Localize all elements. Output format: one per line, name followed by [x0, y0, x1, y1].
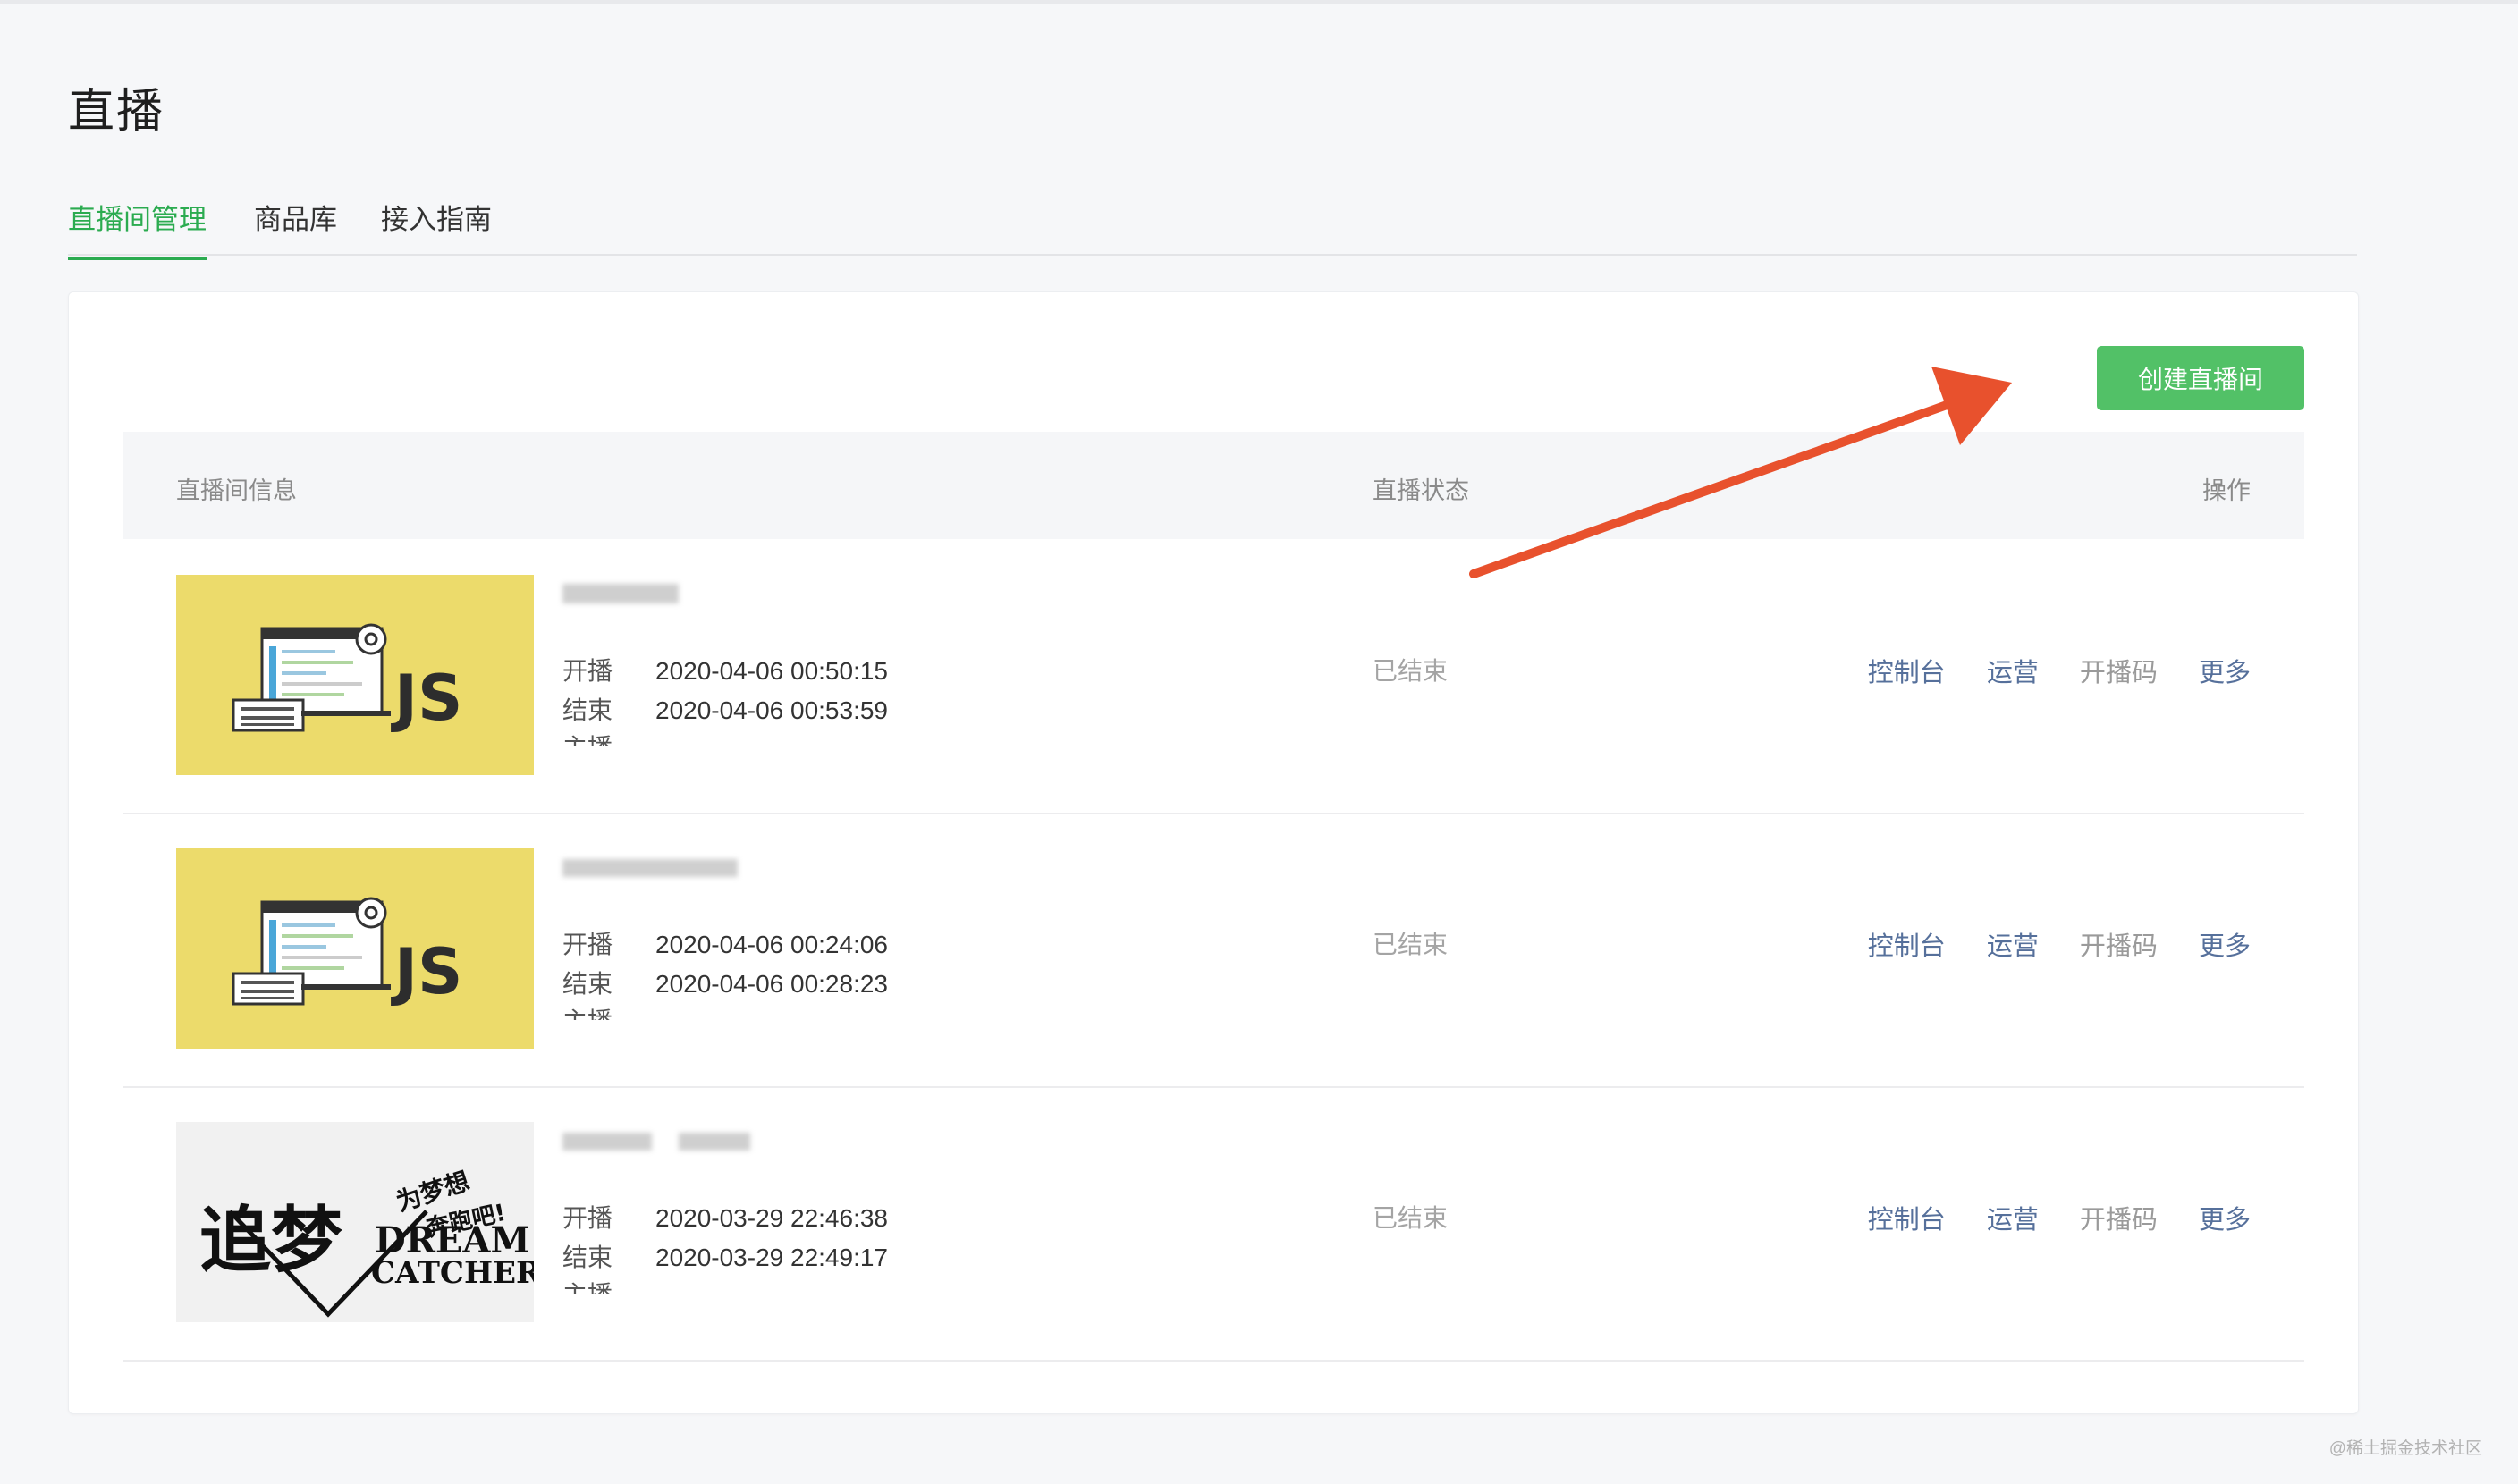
table-row: JS 开播 2020-04-06 00:24:06 结束 2020-04-06 00… — [123, 813, 2304, 1088]
start-time: 开播 2020-04-06 00:50:15 — [562, 652, 888, 687]
more-link[interactable]: 更多 — [2199, 925, 2251, 963]
status-badge: 已结束 — [1373, 657, 1449, 685]
operations-link[interactable]: 运营 — [1987, 1199, 2039, 1236]
svg-text:追梦: 追梦 — [199, 1199, 342, 1282]
operations-link[interactable]: 运营 — [1987, 652, 2039, 689]
js-thumbnail-image: JS — [176, 848, 534, 1049]
host-info: 主播 — [562, 729, 655, 746]
end-time-value: 2020-04-06 00:28:23 — [655, 970, 888, 998]
host-label: 主播 — [562, 1276, 655, 1294]
tab-product-library[interactable]: 商品库 — [254, 197, 337, 257]
end-label: 结束 — [562, 1244, 613, 1271]
table-row: 追梦 DREAM CATCHER 为梦想 奔跑吧! 开播 2020-03-29 2… — [123, 1086, 2304, 1362]
host-info: 主播 — [562, 1276, 655, 1294]
end-label: 结束 — [562, 970, 613, 998]
tab-bar: 直播间管理 商品库 接入指南 — [68, 188, 2357, 260]
watermark: @稀土掘金技术社区 — [2328, 1439, 2482, 1458]
dream-catcher-thumbnail-image: 追梦 DREAM CATCHER 为梦想 奔跑吧! — [176, 1122, 534, 1322]
create-room-button[interactable]: 创建直播间 — [2097, 346, 2304, 410]
status-badge: 已结束 — [1373, 931, 1449, 958]
room-title — [562, 1124, 777, 1154]
header-actions: 操作 — [2202, 477, 2251, 504]
tab-room-management[interactable]: 直播间管理 — [68, 197, 207, 260]
start-time-value: 2020-04-06 00:24:06 — [655, 931, 888, 958]
start-label: 开播 — [562, 1204, 613, 1232]
end-time-value: 2020-04-06 00:53:59 — [655, 696, 888, 724]
annotation-arrow-icon — [1469, 367, 2012, 578]
row-actions: 控制台 运营 开播码 更多 — [1834, 1199, 2251, 1236]
host-info: 主播 — [562, 1002, 655, 1020]
js-thumbnail-image: JS — [176, 575, 534, 775]
svg-text:CATCHER: CATCHER — [371, 1255, 534, 1291]
tab-access-guide[interactable]: 接入指南 — [381, 197, 492, 257]
room-title — [562, 850, 777, 881]
console-link[interactable]: 控制台 — [1868, 652, 1946, 689]
start-time-value: 2020-03-29 22:46:38 — [655, 1204, 888, 1232]
start-time: 开播 2020-04-06 00:24:06 — [562, 925, 888, 961]
console-link[interactable]: 控制台 — [1868, 925, 1946, 963]
row-actions: 控制台 运营 开播码 更多 — [1834, 925, 2251, 963]
host-label: 主播 — [562, 1002, 655, 1020]
more-link[interactable]: 更多 — [2199, 652, 2251, 689]
host-label: 主播 — [562, 729, 655, 746]
status-badge: 已结束 — [1373, 1204, 1449, 1232]
row-actions: 控制台 运营 开播码 更多 — [1834, 652, 2251, 689]
start-label: 开播 — [562, 931, 613, 958]
start-label: 开播 — [562, 657, 613, 685]
top-divider — [0, 0, 2518, 4]
end-time: 结束 2020-03-29 22:49:17 — [562, 1238, 888, 1274]
start-time: 开播 2020-03-29 22:46:38 — [562, 1199, 888, 1235]
end-time: 结束 2020-04-06 00:28:23 — [562, 965, 888, 1000]
end-time-value: 2020-03-29 22:49:17 — [655, 1244, 888, 1271]
more-link[interactable]: 更多 — [2199, 1199, 2251, 1236]
start-time-value: 2020-04-06 00:50:15 — [655, 657, 888, 685]
end-time: 结束 2020-04-06 00:53:59 — [562, 691, 888, 727]
svg-text:JS: JS — [391, 935, 462, 1008]
page-title: 直播 — [68, 86, 165, 138]
room-title — [562, 577, 777, 607]
svg-text:JS: JS — [391, 662, 462, 735]
stream-code-link[interactable]: 开播码 — [2080, 652, 2158, 689]
stream-code-link[interactable]: 开播码 — [2080, 1199, 2158, 1236]
stream-code-link[interactable]: 开播码 — [2080, 925, 2158, 963]
operations-link[interactable]: 运营 — [1987, 925, 2039, 963]
header-room-info: 直播间信息 — [176, 477, 297, 504]
end-label: 结束 — [562, 696, 613, 724]
console-link[interactable]: 控制台 — [1868, 1199, 1946, 1236]
